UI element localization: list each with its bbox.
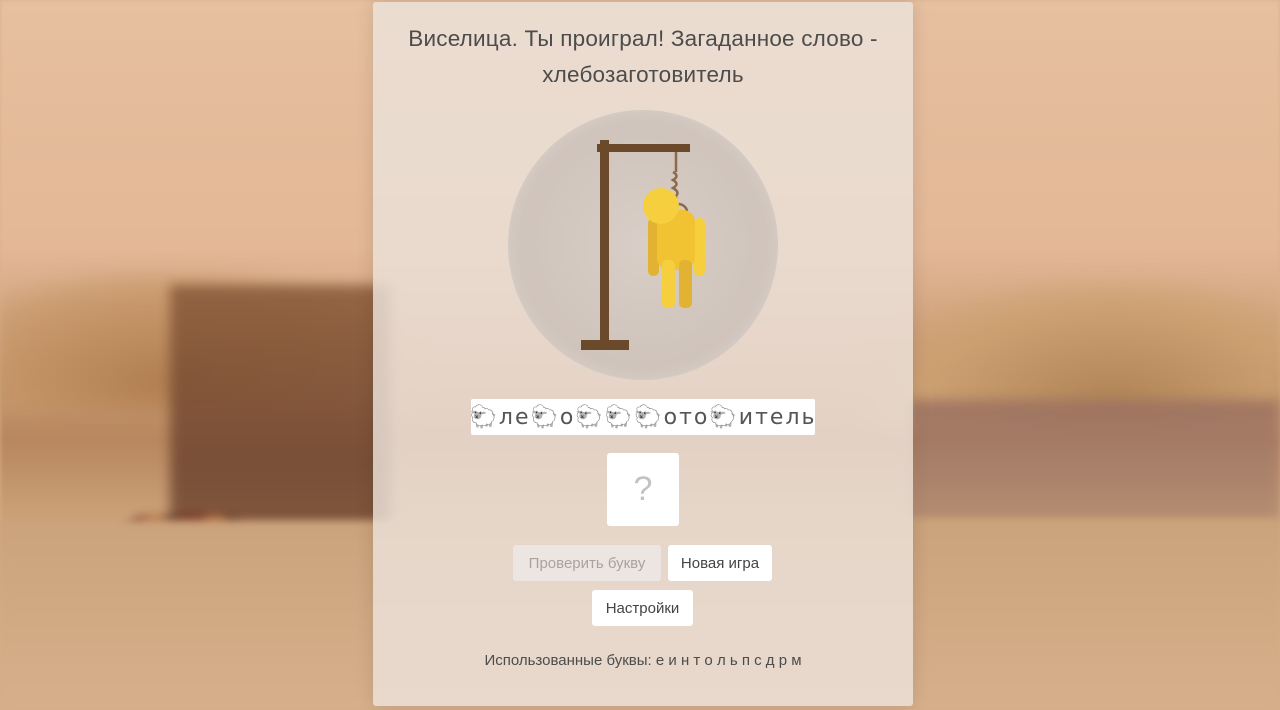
hangman-illustration: [508, 110, 778, 380]
guessed-word: 🐑 л е 🐑 о 🐑 🐑 🐑 о т о 🐑 и т е л ь: [469, 399, 817, 435]
letter-input-box[interactable]: [607, 453, 679, 526]
background-building-right: [910, 400, 1280, 520]
new-game-button[interactable]: Новая игра: [668, 545, 772, 581]
used-letters-list: е и н т о л ь п с д р м: [655, 652, 802, 669]
figure-right-leg: [679, 260, 692, 308]
word-char: т: [679, 404, 694, 430]
figure-head: [643, 188, 679, 224]
gallows-post: [600, 140, 609, 344]
word-char: л: [498, 404, 515, 430]
hangman-drawing: [581, 140, 705, 350]
used-letters-label: Использованные буквы:: [484, 652, 652, 669]
word-char: т: [755, 404, 770, 430]
figure-left-leg: [662, 260, 675, 308]
word-char: 🐑: [575, 404, 605, 430]
game-status-title: Виселица. Ты проиграл! Загаданное слово …: [408, 26, 878, 87]
check-letter-button[interactable]: Проверить букву: [513, 545, 661, 581]
word-char: и: [738, 404, 756, 430]
word-char: 🐑: [634, 404, 664, 430]
word-char: 🐑: [604, 404, 635, 430]
word-char: о: [559, 404, 576, 430]
word-char: е: [769, 404, 786, 430]
game-panel: Виселица. Ты проиграл! Загаданное слово …: [373, 2, 913, 706]
used-letters: Использованные буквы: е и н т о л ь п с …: [373, 652, 913, 669]
word-char: 🐑: [530, 404, 560, 430]
figure-right-arm: [694, 218, 705, 276]
gallows-beam: [597, 144, 690, 152]
word-char: о: [663, 404, 680, 430]
word-char: е: [514, 404, 531, 430]
settings-button[interactable]: Настройки: [592, 590, 693, 626]
word-char: 🐑: [469, 404, 499, 430]
letter-input[interactable]: [607, 453, 679, 526]
word-char: л: [785, 404, 802, 430]
word-char: 🐑: [709, 404, 739, 430]
word-char: ь: [801, 404, 817, 430]
word-char: о: [693, 404, 710, 430]
